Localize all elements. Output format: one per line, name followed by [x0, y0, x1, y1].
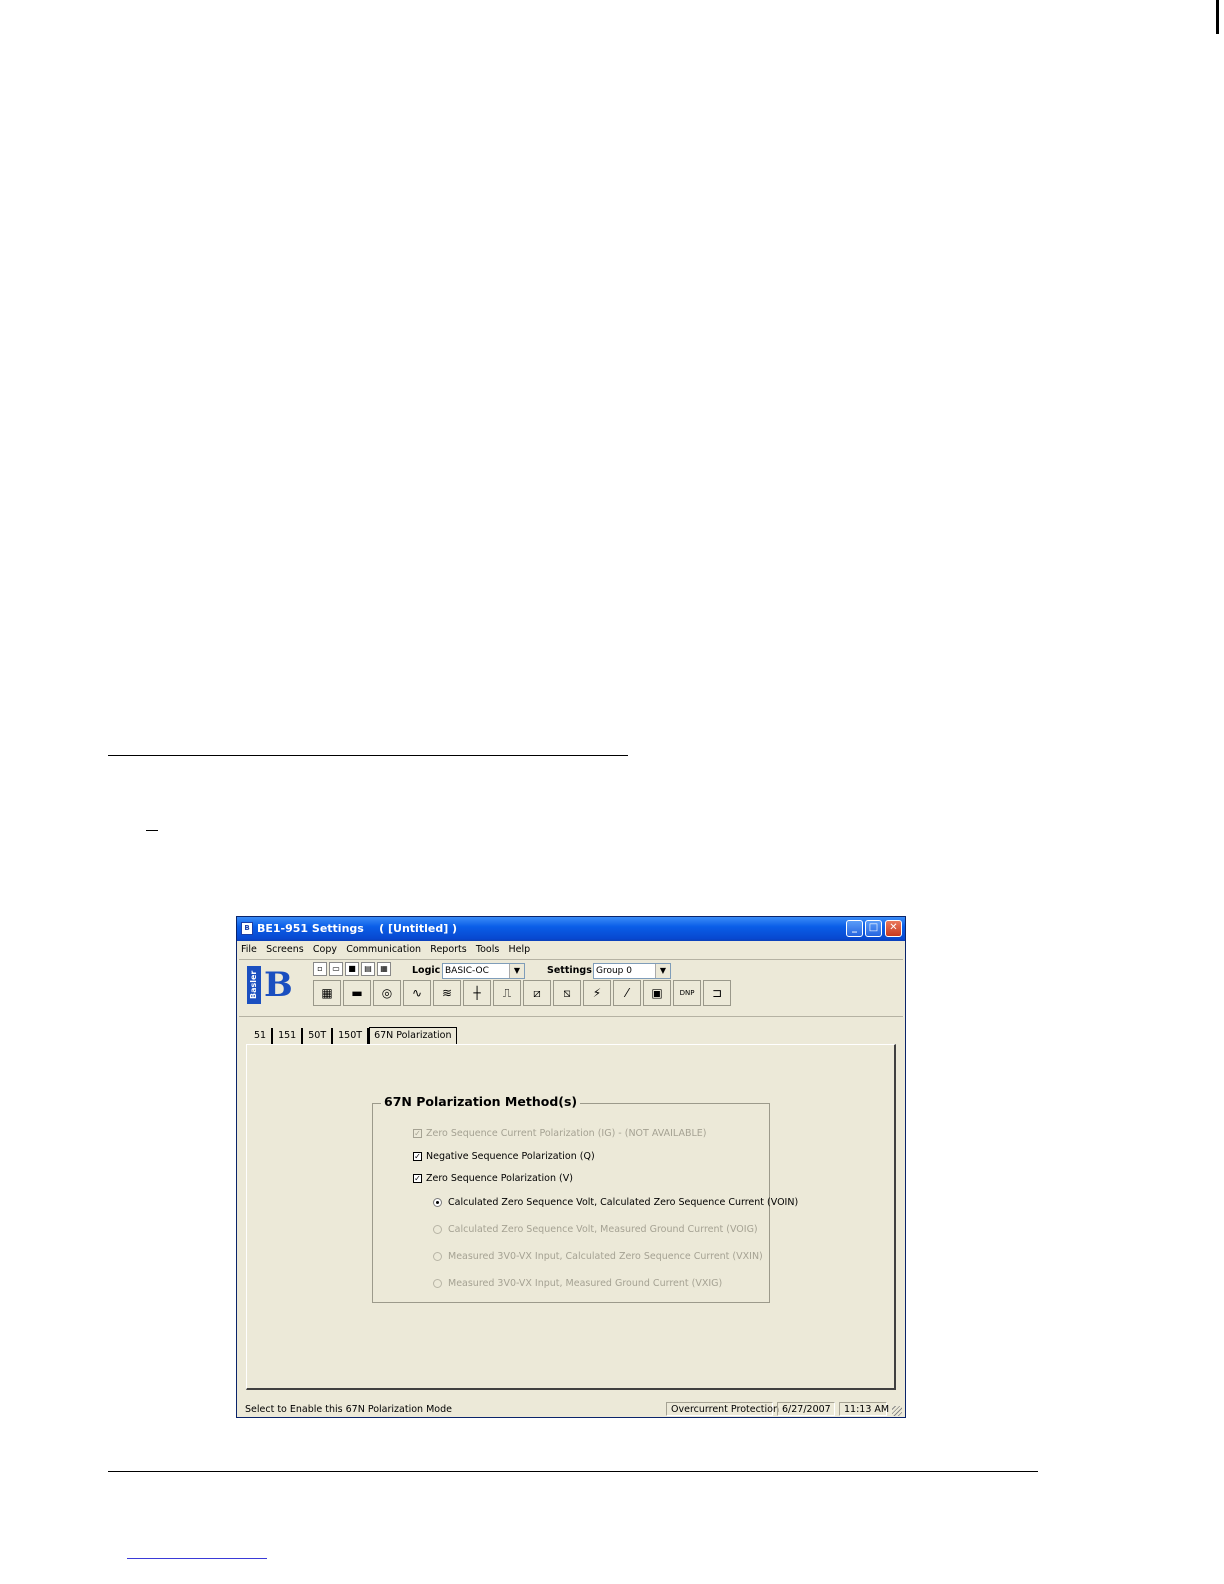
settings-value: Group 0	[596, 966, 632, 976]
radio-label: Measured 3V0-VX Input, Measured Ground C…	[448, 1278, 723, 1289]
chevron-down-icon[interactable]: ▼	[655, 964, 670, 978]
footer-rule	[108, 1471, 1038, 1472]
resize-grip-icon[interactable]	[892, 1406, 902, 1416]
terminal-icon[interactable]: ▣	[643, 980, 671, 1006]
tab-50t[interactable]: 50T	[303, 1028, 334, 1044]
tab-150t[interactable]: 150T	[333, 1028, 370, 1044]
status-time: 11:13 AM	[839, 1402, 889, 1416]
maximize-button[interactable]: □	[865, 920, 882, 937]
polarization-group: 67N Polarization Method(s) ✓ Zero Sequenc…	[372, 1094, 798, 1303]
chevron-down-icon[interactable]: ▼	[509, 964, 524, 978]
menu-communication[interactable]: Communication	[346, 942, 421, 958]
status-section: Overcurrent Protection	[666, 1402, 779, 1416]
toolbar: Basler B ▫ ▭ ■ ▤ ▦ Logic BASIC-OC ▼ Settings…	[239, 960, 903, 1016]
logo-letter: B	[264, 965, 293, 1005]
radio-label: Calculated Zero Sequence Volt, Calculate…	[448, 1197, 799, 1208]
radio-icon	[433, 1252, 442, 1261]
logo-text: Basler	[247, 966, 261, 1004]
checkbox-icon: ✓	[413, 1174, 422, 1183]
menu-copy[interactable]: Copy	[313, 942, 337, 958]
power-axes-icon[interactable]: ┼	[463, 980, 491, 1006]
checkbox-icon: ✓	[413, 1152, 422, 1161]
page-edge-mark	[1216, 0, 1219, 34]
status-date: 6/27/2007	[777, 1402, 835, 1416]
plug-icon[interactable]: ⚡	[583, 980, 611, 1006]
tab-panel: 67N Polarization Method(s) ✓ Zero Sequenc…	[246, 1044, 896, 1390]
dnp-button[interactable]: DNP	[673, 980, 701, 1006]
voltage-waveform-icon[interactable]: ≋	[433, 980, 461, 1006]
option-label: Zero Sequence Current Polarization (IG) …	[426, 1128, 707, 1139]
settings-window: B BE1-951 Settings ( [Untitled] ) _ □ ✕ …	[236, 916, 906, 1418]
checkbox-icon: ✓	[413, 1129, 422, 1138]
current-waveform-icon[interactable]: ∿	[403, 980, 431, 1006]
status-message: Select to Enable this 67N Polarization M…	[245, 1404, 452, 1415]
basler-logo: Basler B	[247, 966, 299, 1004]
breaker-logic-icon[interactable]: ⧅	[553, 980, 581, 1006]
option-label: Negative Sequence Polarization (Q)	[426, 1151, 595, 1162]
communications-icon[interactable]: ▬	[343, 980, 371, 1006]
close-button[interactable]: ✕	[885, 920, 902, 937]
status-bar: Select to Enable this 67N Polarization M…	[239, 1401, 903, 1417]
app-icon: B	[241, 922, 253, 935]
settings-label: Settings	[547, 965, 592, 976]
radio-voig[interactable]: Calculated Zero Sequence Volt, Measured …	[433, 1224, 758, 1235]
radio-label: Calculated Zero Sequence Volt, Measured …	[448, 1224, 758, 1235]
radio-vxin[interactable]: Measured 3V0-VX Input, Calculated Zero S…	[433, 1251, 763, 1262]
group-title: 67N Polarization Method(s)	[381, 1094, 581, 1109]
screen-tools: ▦ ▬ ◎ ∿ ≋ ┼ ⎍ ⧄ ⧅ ⚡ ⁄ ▣ DNP ⊐	[313, 980, 733, 1008]
timer-logic-icon[interactable]: ⧄	[523, 980, 551, 1006]
radio-voin[interactable]: Calculated Zero Sequence Volt, Calculate…	[433, 1197, 798, 1208]
radio-vxig[interactable]: Measured 3V0-VX Input, Measured Ground C…	[433, 1278, 722, 1289]
open-folder-icon[interactable]: ▭	[329, 962, 343, 976]
tab-67n-polarization[interactable]: 67N Polarization	[369, 1027, 457, 1044]
tab-151[interactable]: 151	[273, 1028, 304, 1044]
radio-icon	[433, 1225, 442, 1234]
menu-file[interactable]: File	[241, 942, 257, 958]
checkbox-zero-seq-current[interactable]: ✓ Zero Sequence Current Polarization (IG)…	[413, 1128, 706, 1139]
settings-group-select[interactable]: Group 0 ▼	[593, 963, 671, 979]
phase-rotation-icon[interactable]: ◎	[373, 980, 401, 1006]
option-label: Zero Sequence Polarization (V)	[426, 1173, 573, 1184]
tab-51[interactable]: 51	[249, 1028, 274, 1044]
toolbar-separator	[239, 1016, 903, 1017]
text-dash	[146, 830, 158, 831]
standard-tools: ▫ ▭ ■ ▤ ▦	[313, 962, 393, 978]
switch-icon[interactable]: ⁄	[613, 980, 641, 1006]
section-rule	[108, 755, 628, 756]
logic-value: BASIC-OC	[445, 966, 489, 976]
checkbox-zero-seq-voltage[interactable]: ✓ Zero Sequence Polarization (V)	[413, 1173, 573, 1184]
menu-help[interactable]: Help	[509, 942, 531, 958]
save-icon[interactable]: ■	[345, 962, 359, 976]
radio-icon	[433, 1198, 442, 1207]
radio-icon	[433, 1279, 442, 1288]
minimize-button[interactable]: _	[846, 920, 863, 937]
menu-tools[interactable]: Tools	[476, 942, 499, 958]
pulse-waveform-icon[interactable]: ⎍	[493, 980, 521, 1006]
footer-link-underline	[127, 1558, 267, 1559]
general-settings-icon[interactable]: ▦	[313, 980, 341, 1006]
tab-strip: 51 151 50T 150T 67N Polarization	[249, 1027, 457, 1045]
menu-bar: File Screens Copy Communication Reports …	[241, 942, 536, 958]
menu-reports[interactable]: Reports	[430, 942, 466, 958]
title-bar[interactable]: B BE1-951 Settings ( [Untitled] ) _ □ ✕	[237, 917, 905, 941]
menu-screens[interactable]: Screens	[266, 942, 304, 958]
properties-icon[interactable]: ▦	[377, 962, 391, 976]
logic-label: Logic	[412, 965, 441, 976]
new-file-icon[interactable]: ▫	[313, 962, 327, 976]
logic-select[interactable]: BASIC-OC ▼	[442, 963, 525, 979]
radio-label: Measured 3V0-VX Input, Calculated Zero S…	[448, 1251, 763, 1262]
checkbox-negative-seq[interactable]: ✓ Negative Sequence Polarization (Q)	[413, 1151, 595, 1162]
logic-gate-icon[interactable]: ⊐	[703, 980, 731, 1006]
window-title: BE1-951 Settings ( [Untitled] )	[257, 922, 458, 935]
print-icon[interactable]: ▤	[361, 962, 375, 976]
